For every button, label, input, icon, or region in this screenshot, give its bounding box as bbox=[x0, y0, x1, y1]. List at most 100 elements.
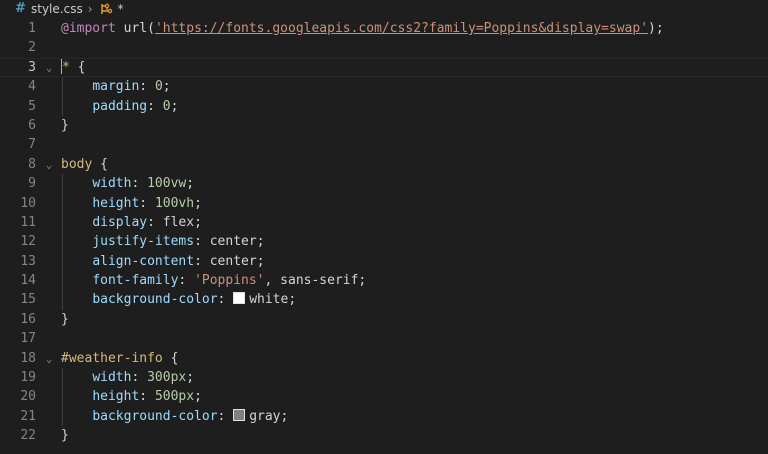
indent-guide bbox=[62, 77, 63, 116]
code-line[interactable]: 17 bbox=[0, 329, 768, 348]
token-prop: display bbox=[92, 214, 148, 230]
token-num: 0 bbox=[154, 79, 163, 95]
token-plain: ; bbox=[256, 253, 265, 269]
code-line[interactable]: 7 bbox=[0, 135, 768, 154]
code-line[interactable]: 11 display: flex; bbox=[0, 213, 768, 232]
line-number: 16 bbox=[20, 311, 36, 327]
line-number: 4 bbox=[28, 79, 36, 95]
line-content: width: 100vw; bbox=[61, 174, 194, 193]
token-prop: font-family bbox=[92, 273, 179, 289]
code-line[interactable]: 14 font-family: 'Poppins', sans-serif; bbox=[0, 271, 768, 290]
token-plain: , sans-serif; bbox=[264, 273, 367, 289]
token-plain: flex bbox=[162, 214, 195, 230]
token-plain: url( bbox=[115, 21, 155, 36]
line-number: 6 bbox=[28, 117, 36, 133]
code-line[interactable]: 20 height: 500px; bbox=[0, 387, 768, 406]
color-swatch[interactable] bbox=[233, 292, 246, 305]
token-plain: { bbox=[69, 59, 86, 75]
line-content: margin: 0; bbox=[61, 77, 170, 96]
token-plain: ; bbox=[194, 389, 202, 405]
token-prop: justify-items bbox=[92, 234, 195, 250]
line-content: * { bbox=[61, 58, 85, 77]
token-prop: height bbox=[92, 389, 140, 405]
code-line[interactable]: 3 ⌄ * { bbox=[0, 58, 768, 77]
fold-chevron-icon[interactable]: ⌄ bbox=[43, 349, 55, 368]
line-content: padding: 0; bbox=[61, 97, 178, 116]
line-content: body { bbox=[61, 155, 108, 174]
token-plain: : bbox=[217, 292, 234, 308]
code-line[interactable]: 10 height: 100vh; bbox=[0, 194, 768, 213]
token-plain: ; bbox=[170, 98, 179, 114]
line-content: #weather-info { bbox=[61, 349, 178, 368]
code-line[interactable]: 21 background-color: gray; bbox=[0, 407, 768, 426]
indent-guide bbox=[62, 174, 63, 310]
code-line[interactable]: 4 margin: 0; bbox=[0, 77, 768, 96]
code-line[interactable]: 13 align-content: center; bbox=[0, 252, 768, 271]
fold-chevron-icon[interactable]: ⌄ bbox=[43, 58, 55, 77]
token-plain: : bbox=[131, 176, 148, 192]
line-content: background-color: white; bbox=[61, 290, 296, 309]
code-line[interactable]: 15 background-color: white; bbox=[0, 290, 768, 309]
line-number: 15 bbox=[20, 292, 36, 308]
line-content: } bbox=[61, 310, 69, 329]
token-plain: ; bbox=[280, 408, 289, 424]
token-prop: background-color bbox=[92, 408, 218, 424]
token-plain: } bbox=[61, 311, 69, 327]
token-plain: white bbox=[249, 292, 289, 308]
line-content: justify-items: center; bbox=[61, 232, 265, 251]
code-line[interactable]: 18 ⌄ #weather-info { bbox=[0, 349, 768, 368]
token-at: @import bbox=[61, 21, 116, 36]
code-line[interactable]: 9 width: 100vw; bbox=[0, 174, 768, 193]
code-line[interactable]: 22} bbox=[0, 426, 768, 445]
code-line[interactable]: 2 bbox=[0, 38, 768, 57]
code-area[interactable]: 1 @import url('https://fonts.googleapis.c… bbox=[0, 19, 768, 446]
line-content: height: 500px; bbox=[61, 387, 202, 406]
token-plain: : bbox=[139, 79, 155, 95]
breadcrumb-symbol[interactable]: * bbox=[118, 2, 124, 16]
token-num: 100vw bbox=[147, 176, 187, 192]
token-plain: } bbox=[61, 428, 69, 444]
token-prop: height bbox=[92, 195, 140, 211]
breadcrumb: # style.css › * bbox=[0, 0, 768, 17]
line-content: background-color: gray; bbox=[61, 407, 288, 426]
token-plain: { bbox=[92, 156, 108, 172]
line-content: font-family: 'Poppins', sans-serif; bbox=[61, 271, 366, 290]
code-line[interactable]: 1 @import url('https://fonts.googleapis.c… bbox=[0, 19, 768, 38]
token-plain: ; bbox=[288, 292, 297, 308]
code-line[interactable]: 19 width: 300px; bbox=[0, 368, 768, 387]
token-plain: center bbox=[209, 253, 257, 269]
token-prop: margin bbox=[92, 79, 140, 95]
code-line[interactable]: 6} bbox=[0, 116, 768, 135]
token-sel: body bbox=[61, 156, 93, 172]
color-swatch[interactable] bbox=[233, 408, 246, 421]
line-number: 12 bbox=[20, 234, 36, 250]
line-number: 19 bbox=[20, 370, 36, 386]
token-num: 0 bbox=[162, 98, 171, 114]
token-plain: ; bbox=[256, 234, 265, 250]
token-plain: } bbox=[61, 117, 69, 133]
code-line[interactable]: 12 justify-items: center; bbox=[0, 232, 768, 251]
breadcrumb-file[interactable]: style.css bbox=[31, 2, 83, 16]
code-line[interactable]: 16} bbox=[0, 310, 768, 329]
indent-guide bbox=[62, 368, 63, 427]
token-plain: : bbox=[194, 253, 210, 269]
chevron-right-icon: › bbox=[87, 1, 93, 16]
line-content: height: 100vh; bbox=[61, 194, 202, 213]
token-plain: ; bbox=[186, 370, 195, 386]
css-file-icon: # bbox=[15, 1, 26, 16]
line-number: 5 bbox=[28, 98, 36, 114]
token-plain: { bbox=[162, 350, 179, 366]
code-editor[interactable]: # style.css › * 1 @import url('https://fo… bbox=[0, 0, 768, 454]
line-number: 9 bbox=[28, 176, 36, 192]
fold-chevron-icon[interactable]: ⌄ bbox=[43, 155, 55, 174]
code-line[interactable]: 5 padding: 0; bbox=[0, 97, 768, 116]
line-number: 21 bbox=[20, 408, 36, 424]
code-line[interactable]: 8 ⌄ body { bbox=[0, 155, 768, 174]
